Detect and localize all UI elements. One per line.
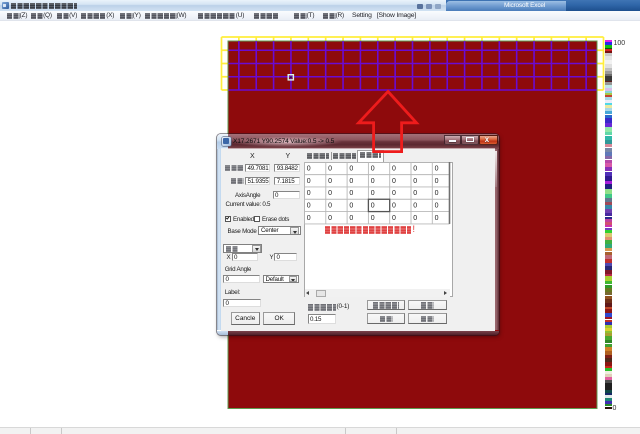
svg-text:0: 0: [392, 178, 396, 185]
svg-text:0: 0: [328, 166, 332, 173]
svg-text:0: 0: [307, 203, 311, 210]
svg-text:0: 0: [392, 203, 396, 210]
svg-text:0: 0: [371, 190, 375, 197]
svg-text:0: 0: [413, 190, 417, 197]
svg-text:0: 0: [349, 190, 353, 197]
svg-text:0: 0: [435, 178, 439, 185]
svg-text:0: 0: [413, 203, 417, 210]
svg-text:0: 0: [435, 215, 439, 222]
svg-text:0: 0: [413, 166, 417, 173]
svg-text:0: 0: [328, 203, 332, 210]
svg-text:0: 0: [371, 203, 375, 210]
svg-text:0: 0: [392, 166, 396, 173]
svg-text:0: 0: [435, 203, 439, 210]
svg-text:0: 0: [413, 215, 417, 222]
svg-text:0: 0: [371, 215, 375, 222]
svg-text:0: 0: [349, 178, 353, 185]
svg-text:0: 0: [328, 178, 332, 185]
svg-text:0: 0: [435, 166, 439, 173]
svg-text:0: 0: [371, 166, 375, 173]
svg-text:0: 0: [328, 215, 332, 222]
svg-text:0: 0: [435, 190, 439, 197]
svg-text:0: 0: [371, 178, 375, 185]
svg-text:0: 0: [349, 166, 353, 173]
svg-text:0: 0: [349, 215, 353, 222]
svg-text:0: 0: [328, 190, 332, 197]
svg-text:0: 0: [307, 178, 311, 185]
svg-text:0: 0: [392, 190, 396, 197]
svg-text:0: 0: [307, 190, 311, 197]
svg-text:0: 0: [307, 215, 311, 222]
svg-text:0: 0: [349, 203, 353, 210]
svg-text:0: 0: [392, 215, 396, 222]
svg-text:0: 0: [307, 166, 311, 173]
svg-text:0: 0: [413, 178, 417, 185]
